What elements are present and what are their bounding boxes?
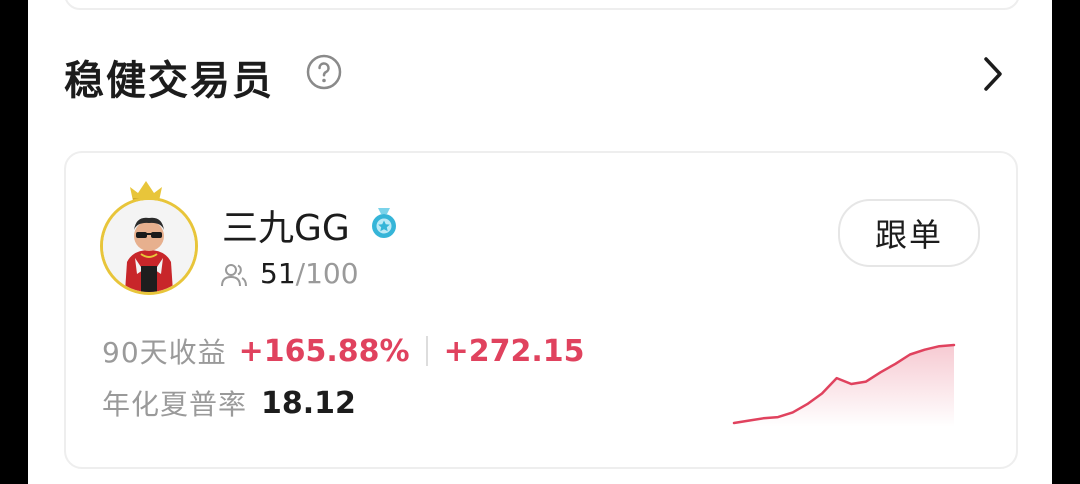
verified-badge-icon	[372, 208, 396, 238]
return-sparkline	[732, 343, 956, 427]
return-label: 90天收益	[102, 336, 227, 369]
section-title: 稳健交易员	[64, 58, 274, 104]
sharpe-value: 18.12	[261, 385, 356, 421]
avatar[interactable]	[98, 179, 202, 299]
trader-name[interactable]: 三九GG	[222, 199, 350, 251]
copier-current: 51	[260, 257, 296, 290]
previous-card	[64, 0, 1020, 10]
copier-count: 51/100	[260, 257, 359, 290]
avatar-image	[100, 197, 198, 295]
return-percent: +165.88%	[238, 333, 410, 369]
sharpe-row: 年化夏普率 18.12	[102, 383, 356, 423]
return-row: 90天收益 +165.88% +272.15	[102, 331, 585, 371]
follow-button[interactable]: 跟单	[838, 199, 980, 267]
return-amount: +272.15	[443, 333, 585, 369]
chevron-right-icon[interactable]	[978, 55, 1008, 93]
metric-divider	[425, 336, 428, 366]
users-icon	[221, 264, 247, 287]
sharpe-label: 年化夏普率	[102, 388, 248, 421]
help-icon[interactable]	[306, 54, 342, 90]
screen: 稳健交易员 三九GG 51/100 跟单 90天收益 +165.88% +272…	[28, 0, 1052, 484]
sparkline-area	[734, 345, 954, 427]
trader-card[interactable]: 三九GG 51/100 跟单 90天收益 +165.88% +272.15 年化…	[64, 151, 1018, 469]
copier-max: /100	[295, 257, 359, 290]
